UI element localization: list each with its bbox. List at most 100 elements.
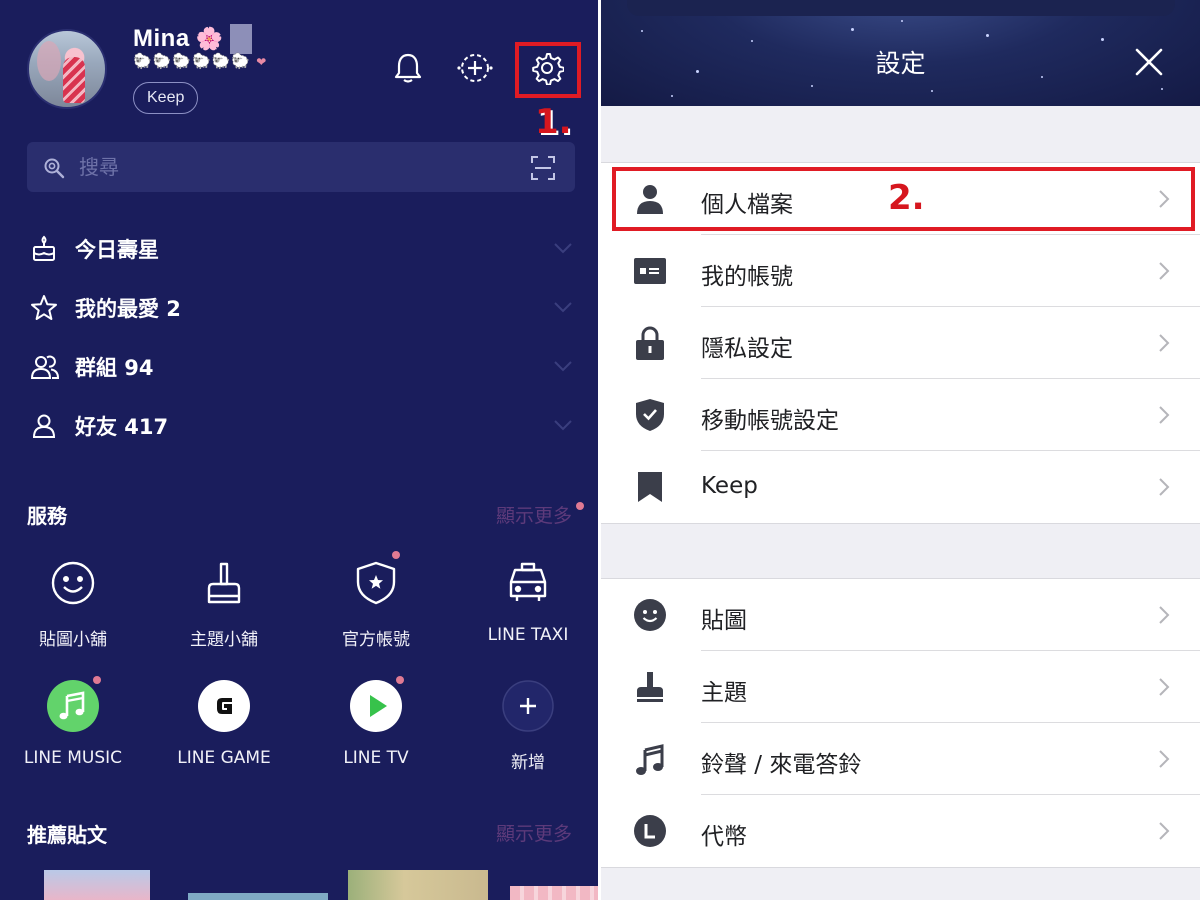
qr-scan-icon[interactable] xyxy=(531,156,555,185)
star-dot xyxy=(851,28,854,31)
settings-item-my-account[interactable]: 我的帳號 xyxy=(601,235,1200,307)
music-note-icon xyxy=(45,676,101,734)
chevron-down-icon[interactable] xyxy=(554,241,572,259)
service-line-taxi[interactable]: LINE TAXI xyxy=(453,555,600,645)
notification-dot xyxy=(576,502,584,510)
profile-name-text: Mina xyxy=(133,25,190,52)
profile-name[interactable]: Mina 🌸 xyxy=(133,24,252,54)
taxi-icon xyxy=(500,555,556,611)
music-note-icon xyxy=(634,743,666,775)
search-input[interactable] xyxy=(79,152,499,182)
redacted-block xyxy=(229,24,252,54)
settings-item-themes[interactable]: 主題 xyxy=(601,651,1200,723)
star-icon xyxy=(30,294,58,322)
chevron-right-icon xyxy=(1158,605,1170,630)
list-item-label: 我的最愛 2 xyxy=(75,296,181,321)
settings-item-label: 我的帳號 xyxy=(701,264,793,290)
game-g-icon xyxy=(196,678,252,734)
service-label: 主題小舖 xyxy=(190,630,258,650)
services-show-more[interactable]: 顯示更多 xyxy=(496,501,572,528)
settings-header: 設定 xyxy=(601,0,1200,106)
post-thumbnail[interactable] xyxy=(348,870,488,900)
settings-item-privacy[interactable]: 隱私設定 xyxy=(601,307,1200,379)
list-item-label: 今日壽星 xyxy=(75,237,159,262)
chevron-right-icon xyxy=(1158,477,1170,502)
home-panel: Mina 🌸 🐑🐑🐑🐑🐑🐑 ❤ Keep 1. 今日壽星 xyxy=(0,0,600,900)
search-bar[interactable] xyxy=(27,142,575,192)
settings-item-keep[interactable]: Keep xyxy=(601,451,1200,523)
chevron-right-icon xyxy=(1158,261,1170,286)
chevron-right-icon xyxy=(1158,405,1170,430)
lock-icon xyxy=(634,326,666,360)
chevron-right-icon xyxy=(1158,821,1170,846)
coin-icon xyxy=(634,815,666,847)
recommended-show-more[interactable]: 顯示更多 xyxy=(496,819,572,846)
settings-item-label: 貼圖 xyxy=(701,608,747,634)
service-line-tv[interactable]: LINE TV xyxy=(301,676,451,768)
list-item-birthdays[interactable]: 今日壽星 xyxy=(0,219,600,278)
service-label: LINE MUSIC xyxy=(23,748,123,768)
chevron-down-icon[interactable] xyxy=(554,359,572,377)
notification-dot xyxy=(392,551,400,559)
settings-panel: 設定 個人檔案 我的帳號 隱私設定 移動帳號設定 Keep 貼圖 主題 鈴聲 /… xyxy=(601,0,1200,900)
service-sticker-shop[interactable]: 貼圖小舖 xyxy=(0,555,148,650)
heart-emoji: ❤ xyxy=(256,55,268,69)
star-dot xyxy=(641,30,643,32)
settings-item-label: 代幣 xyxy=(701,824,747,850)
post-thumbnail[interactable] xyxy=(188,893,328,900)
service-add[interactable]: 新增 xyxy=(453,678,600,773)
chevron-down-icon[interactable] xyxy=(554,418,572,436)
service-label: LINE TAXI xyxy=(487,625,569,645)
list-item-friends[interactable]: 好友 417 xyxy=(0,396,600,455)
service-line-game[interactable]: LINE GAME xyxy=(149,678,299,768)
birthday-cake-icon xyxy=(30,235,58,263)
settings-item-coins[interactable]: 代幣 xyxy=(601,795,1200,867)
service-label: LINE TV xyxy=(343,748,409,768)
services-title: 服務 xyxy=(27,504,67,528)
service-label: 貼圖小舖 xyxy=(39,630,107,650)
settings-item-label: 隱私設定 xyxy=(701,336,793,362)
star-dot xyxy=(931,90,933,92)
star-dot xyxy=(751,40,753,42)
step-label-2: 2. xyxy=(888,178,925,218)
add-friend-icon[interactable] xyxy=(456,48,496,88)
list-item-favorites[interactable]: 我的最愛 2 xyxy=(0,278,600,337)
group-icon xyxy=(30,353,60,381)
avatar[interactable] xyxy=(27,29,107,109)
settings-item-account-transfer[interactable]: 移動帳號設定 xyxy=(601,379,1200,451)
list-item-label: 群組 94 xyxy=(75,355,154,380)
list-item-groups[interactable]: 群組 94 xyxy=(0,337,600,396)
bell-icon[interactable] xyxy=(388,48,428,88)
chevron-down-icon[interactable] xyxy=(554,300,572,318)
brush-icon xyxy=(196,555,252,611)
service-theme-shop[interactable]: 主題小舖 xyxy=(149,555,299,650)
settings-item-label: 主題 xyxy=(701,680,747,706)
avatar-background xyxy=(37,41,61,81)
status-message[interactable]: 🐑🐑🐑🐑🐑🐑 ❤ xyxy=(133,52,267,70)
chevron-right-icon xyxy=(1158,333,1170,358)
service-official-accounts[interactable]: 官方帳號 xyxy=(301,551,451,650)
keep-button[interactable]: Keep xyxy=(133,82,199,114)
step-label-1: 1. xyxy=(535,102,572,142)
settings-item-ringtones[interactable]: 鈴聲 / 來電答鈴 xyxy=(601,723,1200,795)
star-dot xyxy=(811,85,813,87)
post-thumbnail[interactable] xyxy=(44,870,150,900)
page-title: 設定 xyxy=(875,49,926,78)
play-icon xyxy=(348,676,404,734)
notification-dot xyxy=(396,676,404,684)
chevron-right-icon xyxy=(1158,749,1170,774)
bookmark-icon xyxy=(634,471,666,503)
service-line-music[interactable]: LINE MUSIC xyxy=(0,676,148,768)
status-message-text: 🐑🐑🐑🐑🐑🐑 xyxy=(133,53,252,70)
recommended-title: 推薦貼文 xyxy=(27,823,107,847)
person-icon xyxy=(30,412,58,440)
star-dot xyxy=(986,34,989,37)
close-icon[interactable] xyxy=(1132,45,1166,79)
settings-item-stickers[interactable]: 貼圖 xyxy=(601,579,1200,651)
highlight-box-settings xyxy=(515,42,581,98)
brush-icon xyxy=(634,671,666,703)
shield-star-icon xyxy=(348,551,404,611)
star-dot xyxy=(901,20,903,22)
service-label: LINE GAME xyxy=(177,748,271,768)
post-thumbnail[interactable] xyxy=(510,886,600,900)
